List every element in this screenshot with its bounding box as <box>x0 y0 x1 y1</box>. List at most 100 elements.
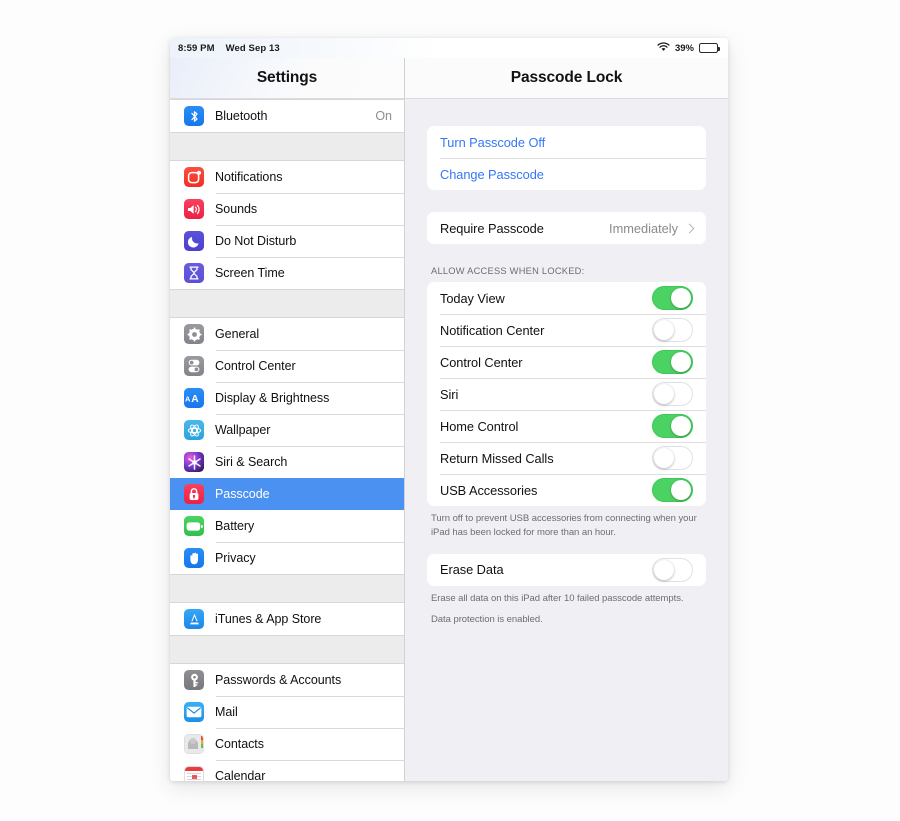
erase-data-label: Erase Data <box>440 562 504 578</box>
sidebar-item-label: Calendar <box>215 769 266 781</box>
allow-access-label: Home Control <box>440 418 519 434</box>
allow-access-row[interactable]: Control Center <box>427 346 706 378</box>
allow-access-toggle[interactable] <box>652 478 693 502</box>
sidebar-item-passcode[interactable]: Passcode <box>170 478 404 510</box>
allow-access-row[interactable]: Notification Center <box>427 314 706 346</box>
sidebar-group-gap <box>170 575 404 602</box>
calendar-icon <box>184 766 204 781</box>
erase-data-card: Erase Data <box>427 553 706 586</box>
sidebar-item-sounds[interactable]: Sounds <box>170 193 404 225</box>
display-brightness-icon: AA <box>184 388 204 408</box>
sidebar-item-display-brightness[interactable]: A A Display & Brightness <box>170 382 404 414</box>
screenshot-canvas: 8:59 PM Wed Sep 13 39% Settings Bluetoot… <box>0 0 900 821</box>
control-center-icon <box>184 356 204 376</box>
allow-access-label: USB Accessories <box>440 482 538 498</box>
sidebar-group: Notifications Sounds Do Not Disturb Screen … <box>170 160 404 290</box>
allow-access-row[interactable]: Siri <box>427 378 706 410</box>
turn-passcode-off-row[interactable]: Turn Passcode Off <box>427 126 706 158</box>
detail-pane: Passcode Lock Turn Passcode Off Change P… <box>405 58 728 781</box>
sidebar-scroll-area[interactable]: Bluetooth On Notifications Sounds Do Not Dis… <box>170 99 404 781</box>
allow-access-label: Siri <box>440 386 459 402</box>
turn-passcode-off-label: Turn Passcode Off <box>440 134 546 150</box>
sidebar-item-label: Control Center <box>215 359 296 373</box>
data-protection-footnote: Data protection is enabled. <box>431 614 543 626</box>
battery-settings-icon <box>184 516 204 536</box>
sidebar-item-label: iTunes & App Store <box>215 612 322 626</box>
sidebar-group: Bluetooth On <box>170 99 404 133</box>
split-view: Settings Bluetooth On Notifications Sounds D… <box>170 58 728 781</box>
sidebar-item-mail[interactable]: Mail <box>170 696 404 728</box>
do-not-disturb-icon <box>184 231 204 251</box>
allow-access-row[interactable]: Return Missed Calls <box>427 442 706 474</box>
sidebar-item-label: Notifications <box>215 170 283 184</box>
bluetooth-icon <box>184 106 204 126</box>
svg-text:A: A <box>185 395 191 404</box>
status-bar-date: Wed Sep 13 <box>225 42 280 54</box>
sidebar-item-wallpaper[interactable]: Wallpaper <box>170 414 404 446</box>
sidebar-item-siri-search[interactable]: Siri & Search <box>170 446 404 478</box>
allow-access-label: Control Center <box>440 354 523 370</box>
sidebar-item-screen-time[interactable]: Screen Time <box>170 257 404 289</box>
sidebar-item-itunes-app-store[interactable]: iTunes & App Store <box>170 603 404 635</box>
screen-time-icon <box>184 263 204 283</box>
sidebar-group: General Control Center A A Display & Brightn… <box>170 317 404 575</box>
allow-access-row[interactable]: Today View <box>427 282 706 314</box>
wallpaper-icon <box>184 420 204 440</box>
sidebar-item-label: Passcode <box>215 487 270 501</box>
settings-sidebar: Settings Bluetooth On Notifications Sounds D… <box>170 58 405 781</box>
sidebar-item-label: Passwords & Accounts <box>215 673 342 687</box>
require-passcode-label: Require Passcode <box>440 220 544 236</box>
sidebar-group-gap <box>170 290 404 317</box>
allow-access-row[interactable]: USB Accessories <box>427 474 706 506</box>
sidebar-item-general[interactable]: General <box>170 318 404 350</box>
usb-accessories-footnote: Turn off to prevent USB accessories from… <box>431 513 697 538</box>
allow-access-toggle[interactable] <box>652 318 693 342</box>
allow-access-toggle[interactable] <box>652 382 693 406</box>
sidebar-item-control-center[interactable]: Control Center <box>170 350 404 382</box>
status-bar-time: 8:59 PM <box>178 42 215 54</box>
allow-access-toggle[interactable] <box>652 414 693 438</box>
require-passcode-card: Require Passcode Immediately <box>427 212 706 244</box>
passwords-accounts-icon <box>184 670 204 690</box>
allow-access-toggle[interactable] <box>652 446 693 470</box>
require-passcode-value: Immediately <box>609 220 678 236</box>
allow-access-label: Notification Center <box>440 322 545 338</box>
battery-percent-label: 39% <box>674 42 694 54</box>
allow-access-row[interactable]: Home Control <box>427 410 706 442</box>
status-bar: 8:59 PM Wed Sep 13 39% <box>170 38 728 58</box>
sidebar-title: Settings <box>256 69 318 86</box>
allow-access-card: Today View Notification Center Control Cen… <box>427 282 706 506</box>
sidebar-item-privacy[interactable]: Privacy <box>170 542 404 574</box>
erase-data-row[interactable]: Erase Data <box>427 554 706 586</box>
sidebar-group: Passwords & Accounts Mail Contacts Calendar… <box>170 663 404 781</box>
detail-body: Turn Passcode Off Change Passcode Requir… <box>405 99 728 781</box>
mail-icon <box>184 702 204 722</box>
sidebar-item-label: Bluetooth <box>215 109 268 123</box>
sounds-icon <box>184 199 204 219</box>
allow-access-section-header: ALLOW ACCESS WHEN LOCKED: <box>431 266 585 276</box>
require-passcode-row[interactable]: Require Passcode Immediately <box>427 212 706 244</box>
sidebar-item-value: On <box>375 109 392 123</box>
privacy-icon <box>184 548 204 568</box>
sidebar-item-label: Do Not Disturb <box>215 234 297 248</box>
sidebar-group-gap <box>170 133 404 160</box>
sidebar-item-label: Siri & Search <box>215 455 288 469</box>
sidebar-group-gap <box>170 636 404 663</box>
sidebar-item-label: Mail <box>215 705 238 719</box>
sidebar-item-label: Sounds <box>215 202 258 216</box>
sidebar-item-calendar[interactable]: Calendar <box>170 760 404 781</box>
sidebar-item-bluetooth[interactable]: Bluetooth On <box>170 100 404 132</box>
change-passcode-row[interactable]: Change Passcode <box>427 158 706 190</box>
sidebar-item-label: General <box>215 327 260 341</box>
sidebar-item-contacts[interactable]: Contacts <box>170 728 404 760</box>
sidebar-item-notifications[interactable]: Notifications <box>170 161 404 193</box>
sidebar-item-do-not-disturb[interactable]: Do Not Disturb <box>170 225 404 257</box>
sidebar-item-passwords-accounts[interactable]: Passwords & Accounts <box>170 664 404 696</box>
allow-access-toggle[interactable] <box>652 350 693 374</box>
status-bar-right-cluster: 39% <box>657 41 720 55</box>
app-store-icon <box>184 609 204 629</box>
erase-data-toggle[interactable] <box>652 557 693 582</box>
sidebar-group: iTunes & App Store <box>170 602 404 636</box>
allow-access-toggle[interactable] <box>652 286 693 310</box>
sidebar-item-battery[interactable]: Battery <box>170 510 404 542</box>
